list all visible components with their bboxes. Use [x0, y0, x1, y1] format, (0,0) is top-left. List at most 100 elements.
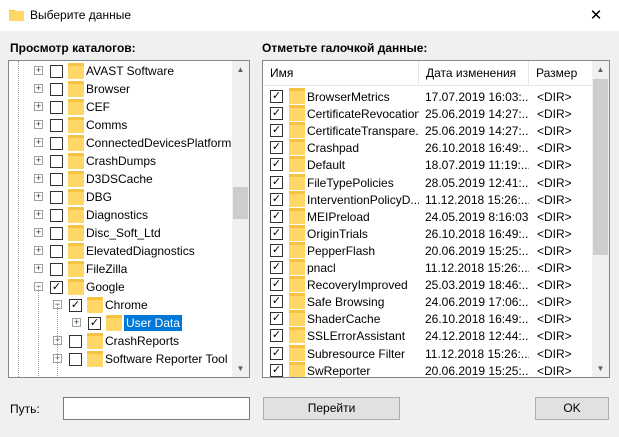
expand-plus-icon[interactable]: + — [34, 210, 43, 219]
tree-item[interactable]: + CEF — [9, 98, 239, 116]
tree-checkbox[interactable] — [50, 263, 63, 276]
tree-item[interactable]: + ElevatedDiagnostics — [9, 242, 239, 260]
folder-icon — [9, 10, 24, 21]
file-list[interactable]: Имя Дата изменения Размер ✓ BrowserMetric… — [262, 60, 610, 378]
list-item[interactable]: ✓ SSLErrorAssistant 24.12.2018 12:44:... <D… — [263, 327, 594, 344]
item-checkbox[interactable]: ✓ — [270, 90, 283, 103]
tree-checkbox[interactable] — [69, 353, 82, 366]
tree-checkbox[interactable] — [69, 335, 82, 348]
item-checkbox[interactable]: ✓ — [270, 295, 283, 309]
item-checkbox[interactable]: ✓ — [270, 329, 283, 343]
list-item[interactable]: ✓ Safe Browsing 24.06.2019 17:06:... <DIR> — [263, 293, 594, 310]
item-checkbox[interactable]: ✓ — [270, 209, 283, 223]
list-item[interactable]: ✓ Crashpad 26.10.2018 16:49:... <DIR> — [263, 139, 594, 156]
tree-item[interactable]: + CrashDumps — [9, 152, 239, 170]
tree-checkbox[interactable] — [50, 137, 63, 150]
expand-plus-icon[interactable]: + — [34, 156, 43, 165]
ok-button[interactable]: OK — [535, 397, 609, 420]
tree-checkbox[interactable] — [50, 83, 63, 96]
tree-item[interactable]: − ✓ Google — [9, 278, 239, 296]
item-checkbox[interactable]: ✓ — [270, 312, 283, 326]
scroll-down-arrow-icon[interactable]: ▼ — [592, 360, 609, 377]
item-checkbox[interactable]: ✓ — [270, 107, 283, 121]
item-checkbox[interactable]: ✓ — [270, 141, 283, 155]
expand-plus-icon[interactable]: + — [34, 138, 43, 147]
expand-plus-icon[interactable]: + — [34, 66, 43, 75]
tree-item[interactable]: + ConnectedDevicesPlatform — [9, 134, 239, 152]
item-checkbox[interactable]: ✓ — [270, 261, 283, 274]
list-item[interactable]: ✓ Default 18.07.2019 11:19:... <DIR> — [263, 156, 594, 173]
tree-checkbox[interactable]: ✓ — [50, 281, 63, 294]
list-item[interactable]: ✓ FileTypePolicies 28.05.2019 12:41:... <DI… — [263, 173, 594, 191]
tree-checkbox[interactable]: ✓ — [69, 299, 82, 312]
tree-scrollbar[interactable]: ▲ ▼ — [232, 61, 249, 377]
item-checkbox[interactable]: ✓ — [270, 226, 283, 240]
tree-checkbox[interactable] — [50, 155, 63, 168]
scroll-up-arrow-icon[interactable]: ▲ — [232, 61, 249, 78]
item-checkbox[interactable]: ✓ — [270, 278, 283, 292]
tree-checkbox[interactable] — [50, 209, 63, 222]
list-item[interactable]: ✓ RecoveryImproved 25.03.2019 18:46:... <DI… — [263, 276, 594, 293]
scroll-thumb[interactable] — [593, 79, 608, 255]
tree-item[interactable]: + FileZilla — [9, 260, 239, 278]
list-item[interactable]: ✓ MEIPreload 24.05.2019 8:16:03 <DIR> — [263, 207, 594, 225]
list-item[interactable]: ✓ CertificateTranspare... 25.06.2019 14:27… — [263, 122, 594, 139]
scroll-up-arrow-icon[interactable]: ▲ — [592, 61, 609, 78]
tree-item[interactable]: + Software Reporter Tool — [9, 350, 239, 368]
item-checkbox[interactable]: ✓ — [270, 346, 283, 360]
tree-checkbox[interactable] — [50, 227, 63, 240]
tree-checkbox[interactable] — [50, 173, 63, 186]
tree-item[interactable]: + ✓ User Data — [9, 314, 239, 332]
column-header-size[interactable]: Размер — [529, 61, 594, 86]
expand-plus-icon[interactable]: + — [34, 84, 43, 93]
list-item[interactable]: ✓ pnacl 11.12.2018 15:26:... <DIR> — [263, 259, 594, 276]
expand-plus-icon[interactable]: + — [34, 174, 43, 183]
tree-item[interactable]: + CrashReports — [9, 332, 239, 350]
column-header-date[interactable]: Дата изменения — [419, 61, 529, 86]
expand-plus-icon[interactable]: + — [34, 246, 43, 255]
scroll-thumb[interactable] — [233, 187, 248, 219]
expand-plus-icon[interactable]: + — [34, 228, 43, 237]
tree-checkbox[interactable] — [50, 191, 63, 204]
tree-checkbox[interactable] — [50, 245, 63, 258]
list-item[interactable]: ✓ OriginTrials 26.10.2018 16:49:... <DIR> — [263, 224, 594, 242]
tree-item[interactable]: + Browser — [9, 80, 239, 98]
list-item[interactable]: ✓ SwReporter 20.06.2019 15:25:... <DIR> — [263, 361, 594, 377]
list-item[interactable]: ✓ Subresource Filter 11.12.2018 15:26:... <… — [263, 344, 594, 362]
tree-checkbox[interactable] — [50, 101, 63, 114]
item-checkbox[interactable]: ✓ — [270, 192, 283, 206]
tree-item[interactable]: + Comms — [9, 116, 239, 134]
tree-checkbox[interactable] — [50, 119, 63, 132]
item-checkbox[interactable]: ✓ — [270, 124, 283, 138]
expand-plus-icon[interactable]: + — [34, 192, 43, 201]
folder-icon — [289, 190, 305, 207]
list-item[interactable]: ✓ PepperFlash 20.06.2019 15:25:... <DIR> — [263, 241, 594, 259]
list-item[interactable]: ✓ BrowserMetrics 17.07.2019 16:03:... <DIR> — [263, 88, 594, 105]
tree-item[interactable]: + D3DSCache — [9, 170, 239, 188]
path-input[interactable] — [63, 397, 250, 420]
expand-plus-icon[interactable]: + — [34, 120, 43, 129]
tree-item[interactable]: + Disc_Soft_Ltd — [9, 224, 239, 242]
list-scrollbar[interactable]: ▲ ▼ — [592, 61, 609, 377]
tree-item[interactable]: − ✓ Chrome — [9, 296, 239, 314]
close-icon[interactable]: ✕ — [573, 0, 619, 31]
tree-item[interactable]: + AVAST Software — [9, 62, 239, 80]
item-checkbox[interactable]: ✓ — [270, 175, 283, 189]
list-item[interactable]: ✓ CertificateRevocation 25.06.2019 14:27:.… — [263, 105, 594, 122]
tree-checkbox[interactable] — [50, 65, 63, 78]
item-checkbox[interactable]: ✓ — [270, 243, 283, 257]
tree-checkbox[interactable]: ✓ — [88, 317, 101, 330]
list-item[interactable]: ✓ InterventionPolicyD... 11.12.2018 15:26:… — [263, 190, 594, 208]
go-button[interactable]: Перейти — [263, 397, 400, 420]
tree-item[interactable]: + DBG — [9, 188, 239, 206]
item-checkbox[interactable]: ✓ — [270, 363, 283, 377]
directory-tree[interactable]: + AVAST Software + Browser + CEF + Comms + Connec… — [8, 60, 250, 378]
column-header-name[interactable]: Имя — [263, 61, 419, 86]
expand-plus-icon[interactable]: + — [34, 102, 43, 111]
tree-item[interactable]: + Diagnostics — [9, 206, 239, 224]
item-checkbox[interactable]: ✓ — [270, 158, 283, 172]
expand-plus-icon[interactable]: + — [34, 264, 43, 273]
scroll-down-arrow-icon[interactable]: ▼ — [232, 360, 249, 377]
expand-plus-icon[interactable]: + — [72, 318, 81, 327]
list-item[interactable]: ✓ ShaderCache 26.10.2018 16:49:... <DIR> — [263, 310, 594, 327]
